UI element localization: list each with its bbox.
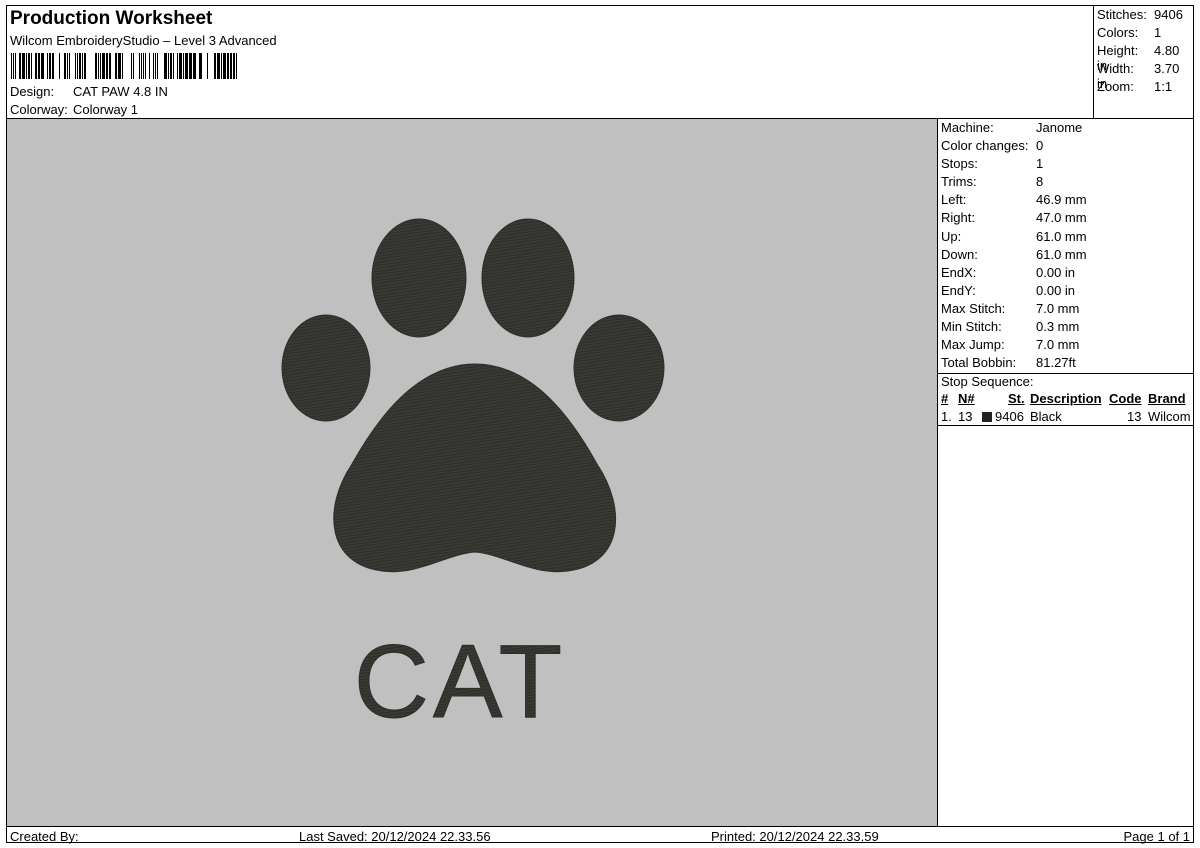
param-value: 8 bbox=[1036, 174, 1044, 190]
col-n: N# bbox=[958, 391, 975, 406]
thread-color-swatch bbox=[982, 412, 992, 422]
param-value: 0 bbox=[1036, 138, 1044, 154]
row-n: 13 bbox=[958, 409, 973, 424]
row-num: 1. bbox=[941, 409, 952, 424]
param-row: Up: 61.0 mm bbox=[938, 228, 1193, 246]
param-row: Max Stitch: 7.0 mm bbox=[938, 300, 1193, 318]
col-brand: Brand bbox=[1148, 391, 1186, 406]
param-row: Color changes: 0 bbox=[938, 137, 1193, 155]
param-row: Down: 61.0 mm bbox=[938, 246, 1193, 264]
stat-value: 9406 bbox=[1154, 7, 1183, 22]
col-num: # bbox=[941, 391, 949, 406]
param-label: Total Bobbin: bbox=[941, 355, 1017, 371]
paw-pad bbox=[333, 363, 617, 573]
design-label: Design: bbox=[10, 84, 55, 99]
design-text: CAT bbox=[354, 624, 566, 740]
param-value: 0.00 in bbox=[1036, 282, 1076, 298]
param-label: Max Stitch: bbox=[941, 300, 1006, 316]
stat-zoom: Zoom: 1:1 bbox=[1097, 79, 1172, 94]
paw-toe-left bbox=[281, 314, 371, 422]
paw-print-graphic bbox=[281, 218, 665, 573]
worksheet-footer: Created By: Last Saved: 20/12/2024 22.33… bbox=[7, 826, 1193, 844]
machine-parameters: Machine: Janome Color changes: 0 Stops: 1 T… bbox=[938, 119, 1193, 372]
param-value: 47.0 mm bbox=[1036, 210, 1087, 226]
stat-label: Width: bbox=[1097, 61, 1134, 76]
last-saved: Last Saved: 20/12/2024 22.33.56 bbox=[299, 829, 491, 844]
paw-toe-inner-right bbox=[481, 218, 575, 338]
colorway-label: Colorway: bbox=[10, 102, 68, 117]
param-row: Max Jump: 7.0 mm bbox=[938, 336, 1193, 354]
barcode bbox=[11, 53, 237, 79]
param-row: Right: 47.0 mm bbox=[938, 209, 1193, 227]
stat-label: Zoom: bbox=[1097, 79, 1134, 94]
param-value: 7.0 mm bbox=[1036, 337, 1080, 353]
row-brand: Wilcom bbox=[1148, 409, 1191, 424]
design-preview[interactable]: CAT bbox=[7, 119, 937, 826]
stop-sequence-divider bbox=[938, 425, 1193, 426]
param-label: EndY: bbox=[941, 282, 976, 298]
param-label: Trims: bbox=[941, 174, 977, 190]
stat-label: Colors: bbox=[1097, 25, 1139, 40]
created-by: Created By: bbox=[10, 829, 79, 844]
stop-sequence-title: Stop Sequence: bbox=[941, 374, 1034, 389]
stat-label: Height: bbox=[1097, 43, 1139, 58]
param-label: Stops: bbox=[941, 156, 978, 172]
stat-value: 1 bbox=[1154, 25, 1162, 40]
design-value: CAT PAW 4.8 IN bbox=[73, 84, 168, 99]
param-row: Machine: Janome bbox=[938, 119, 1193, 137]
row-code: 13 bbox=[1127, 409, 1142, 424]
param-label: Color changes: bbox=[941, 138, 1029, 154]
param-label: Machine: bbox=[941, 120, 994, 135]
param-label: EndX: bbox=[941, 264, 977, 280]
software-name: Wilcom EmbroideryStudio – Level 3 Advanc… bbox=[10, 33, 277, 48]
param-row: Total Bobbin: 81.27ft bbox=[938, 354, 1193, 372]
param-label: Up: bbox=[941, 228, 962, 244]
param-label: Down: bbox=[941, 246, 978, 262]
colorway-row: Colorway: Colorway 1 bbox=[10, 102, 138, 117]
param-value: Janome bbox=[1036, 120, 1083, 135]
stat-label: Stitches: bbox=[1097, 7, 1147, 22]
param-label: Max Jump: bbox=[941, 337, 1005, 353]
paw-toe-right bbox=[573, 314, 665, 422]
worksheet-header: Production Worksheet Wilcom EmbroiderySt… bbox=[7, 6, 1093, 118]
param-label: Left: bbox=[941, 192, 967, 208]
param-value: 7.0 mm bbox=[1036, 300, 1080, 316]
design-canvas: CAT bbox=[281, 218, 665, 741]
param-row: Stops: 1 bbox=[938, 155, 1193, 173]
stat-value: 1:1 bbox=[1154, 79, 1173, 94]
param-row: Left: 46.9 mm bbox=[938, 191, 1193, 209]
col-code: Code bbox=[1109, 391, 1142, 406]
production-worksheet: Production Worksheet Wilcom EmbroiderySt… bbox=[6, 5, 1194, 844]
param-row: Min Stitch: 0.3 mm bbox=[938, 318, 1193, 336]
param-label: Right: bbox=[941, 210, 975, 226]
param-value: 0.3 mm bbox=[1036, 319, 1080, 335]
param-row: EndY: 0.00 in bbox=[938, 282, 1193, 300]
param-value: 81.27ft bbox=[1036, 355, 1076, 371]
page-number: Page 1 of 1 bbox=[1123, 829, 1191, 844]
worksheet-title: Production Worksheet bbox=[10, 8, 213, 29]
param-value: 61.0 mm bbox=[1036, 228, 1087, 244]
col-description: Description bbox=[1030, 391, 1102, 406]
row-st: 9406 bbox=[995, 409, 1024, 424]
param-row: EndX: 0.00 in bbox=[938, 264, 1193, 282]
printed-date: Printed: 20/12/2024 22.33.59 bbox=[711, 829, 879, 844]
param-value: 46.9 mm bbox=[1036, 192, 1087, 208]
paw-toe-inner-left bbox=[371, 218, 467, 338]
row-description: Black bbox=[1030, 409, 1062, 424]
stat-colors: Colors: 1 bbox=[1097, 25, 1161, 40]
param-row: Trims: 8 bbox=[938, 173, 1193, 191]
design-stats: Stitches: 9406 Colors: 1 Height: 4.80 in Wi… bbox=[1093, 6, 1193, 118]
stat-stitches: Stitches: 9406 bbox=[1097, 7, 1183, 22]
param-value: 1 bbox=[1036, 156, 1044, 172]
param-value: 61.0 mm bbox=[1036, 246, 1087, 262]
design-name-row: Design: CAT PAW 4.8 IN bbox=[10, 84, 168, 99]
colorway-value: Colorway 1 bbox=[73, 102, 139, 117]
col-st: St. bbox=[1008, 391, 1025, 406]
param-label: Min Stitch: bbox=[941, 319, 1002, 335]
param-value: 0.00 in bbox=[1036, 264, 1076, 280]
